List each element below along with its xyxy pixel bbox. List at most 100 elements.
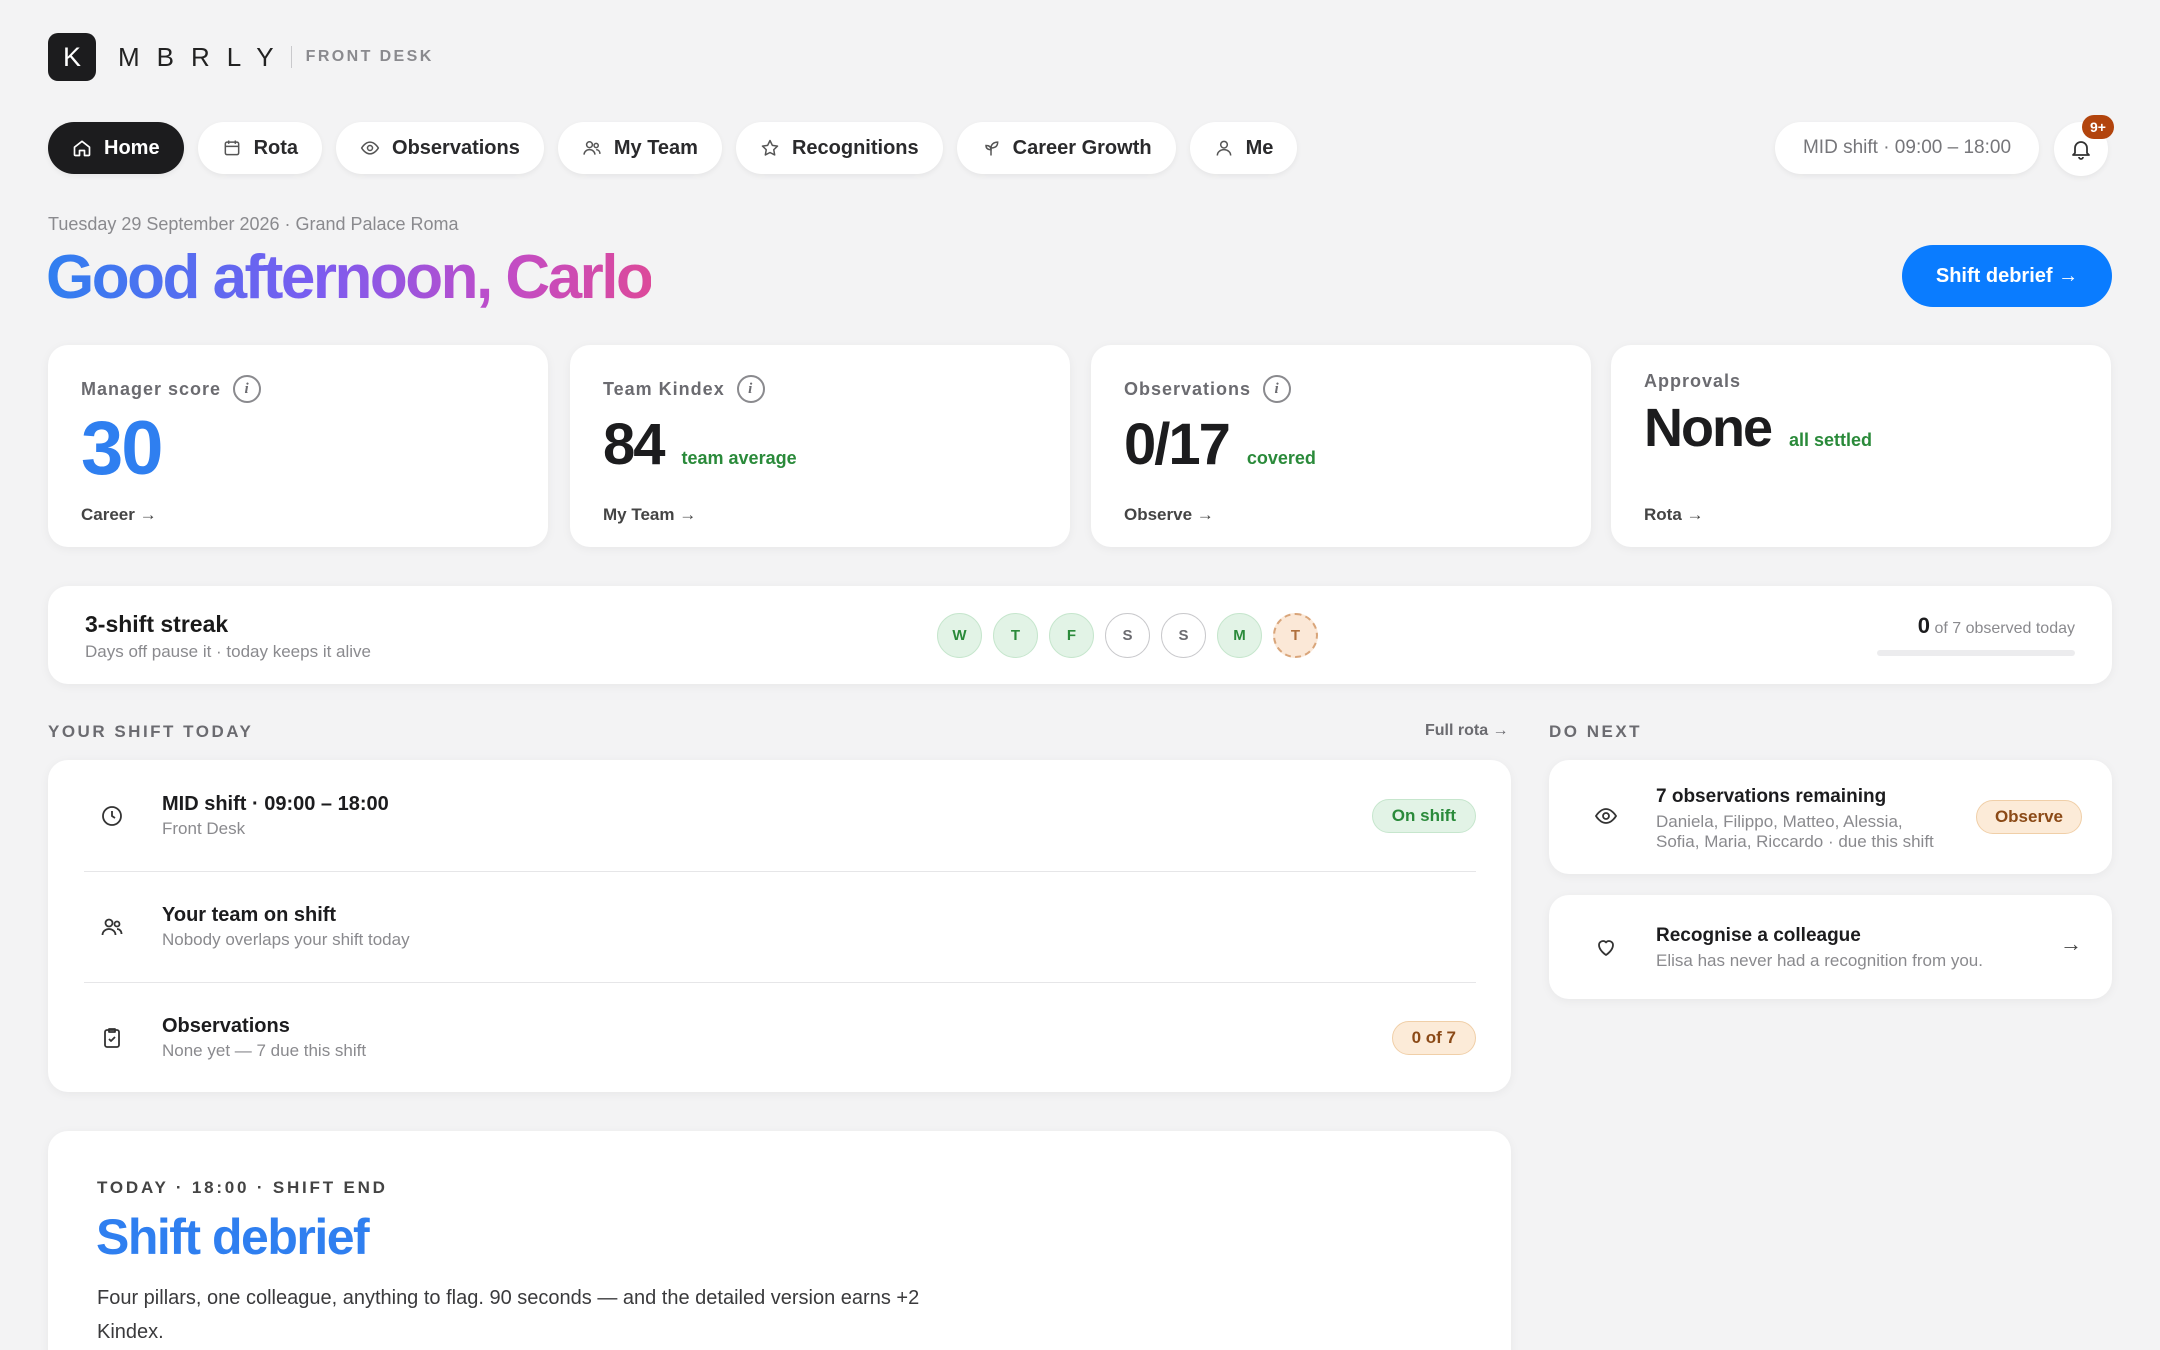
shift-debrief-button[interactable]: Shift debrief → [1902, 245, 2112, 307]
nav-my-team-label: My Team [613, 136, 698, 159]
calendar-icon [224, 140, 239, 156]
team-row-icon [84, 915, 140, 939]
observed-text: of 7 observed today [1934, 620, 2075, 637]
team-row-title: Your team on shift [162, 904, 337, 926]
info-icon[interactable]: i [233, 375, 262, 403]
stat-value: 84 [603, 412, 665, 477]
streak-days: W T F S S M T [937, 613, 1318, 658]
observe-button[interactable]: Observe [1975, 800, 2082, 834]
team-row-sub: Nobody overlaps your shift today [162, 930, 410, 949]
heart-icon [1598, 940, 1614, 956]
page-title: Good afternoon, Carlo [46, 240, 654, 316]
stat-label: Team Kindex [603, 378, 725, 399]
nav-home-label: Home [104, 136, 160, 159]
stat-card-observations: Observations i 0/17 covered Observe → [1091, 345, 1591, 547]
nav-my-team[interactable]: My Team [557, 122, 722, 174]
stat-label-container: Team Kindex i [603, 375, 1037, 403]
shift-row-title: MID shift · 09:00 – 18:00 [162, 792, 389, 815]
info-icon[interactable]: i [1263, 375, 1292, 403]
clock-icon [102, 805, 122, 826]
brand: K MBRLY FRONT DESK [48, 33, 434, 81]
streak-day: W [937, 613, 982, 658]
stat-row: 84 team average [603, 409, 1037, 481]
brand-logo: K [48, 33, 96, 81]
next-title: Recognise a colleague [1656, 925, 1861, 946]
nav-me[interactable]: Me [1189, 122, 1298, 174]
nav-home[interactable]: Home [48, 122, 184, 174]
brand-subtitle: FRONT DESK [305, 48, 434, 65]
do-next-observations[interactable]: 7 observations remaining Daniela, Filipp… [1549, 760, 2112, 874]
team-icon [101, 918, 123, 936]
next-sub-line: Daniela, Filippo, Matteo, Alessia, [1656, 812, 1903, 831]
streak-subtitle: Days off pause it · today keeps it alive [85, 642, 372, 661]
stat-label: Approvals [1644, 371, 1742, 391]
team-row[interactable]: Your team on shift Nobody overlaps your … [84, 871, 1476, 982]
stat-row: 30 [81, 409, 515, 489]
debrief-title: Shift debrief [96, 1209, 370, 1265]
clipboard-check-icon [104, 1028, 120, 1048]
debrief-body: Four pillars, one colleague, anything to… [97, 1287, 920, 1343]
brand-divider [290, 46, 292, 68]
nav-career-growth[interactable]: Career Growth [956, 122, 1176, 174]
stat-value: 30 [81, 406, 164, 491]
stat-sub: team average [681, 448, 797, 468]
info-icon[interactable]: i [736, 375, 765, 403]
observations-row-icon [84, 1026, 140, 1050]
observations-count-badge: 0 of 7 [1391, 1021, 1476, 1055]
eye-icon [1594, 808, 1618, 824]
nav-rota[interactable]: Rota [197, 122, 323, 174]
observed-progress-bar [1877, 650, 2075, 656]
stat-label: Manager score [81, 378, 222, 399]
stat-value: None [1644, 398, 1773, 458]
do-next-heading: DO NEXT [1549, 722, 1643, 741]
nav-recognitions-label: Recognitions [791, 136, 919, 159]
observations-row[interactable]: Observations None yet — 7 due this shift… [84, 982, 1476, 1093]
shift-row-text: MID shift · 09:00 – 18:00 Front Desk [162, 793, 389, 839]
stat-link-rota[interactable]: Rota → [1644, 505, 1704, 525]
next-icon [1594, 804, 1618, 833]
do-next-recognise[interactable]: Recognise a colleague Elisa has never ha… [1549, 895, 2112, 999]
observations-row-title: Observations [162, 1015, 290, 1037]
next-sub: Elisa has never had a recognition from y… [1656, 951, 1983, 970]
observations-row-text: Observations None yet — 7 due this shift [162, 1015, 366, 1061]
streak-day-today: T [1273, 613, 1318, 658]
eye-icon [360, 141, 380, 155]
notifications-badge: 9+ [2082, 115, 2114, 139]
stat-label-container: Observations i [1124, 375, 1558, 403]
streak-card: 3-shift streak Days off pause it · today… [48, 586, 2112, 684]
current-shift-pill[interactable]: MID shift · 09:00 – 18:00 [1775, 122, 2039, 174]
stat-label-container: Approvals [1644, 371, 2078, 392]
observations-row-sub: None yet — 7 due this shift [162, 1041, 367, 1060]
full-rota-link[interactable]: Full rota → [1425, 722, 1509, 740]
stat-link-observe[interactable]: Observe → [1124, 505, 1214, 525]
stat-value: 0/17 [1124, 412, 1231, 477]
star-icon [761, 139, 779, 156]
debrief-eyebrow: TODAY · 18:00 · SHIFT END [97, 1178, 388, 1197]
streak-day: S [1105, 613, 1150, 658]
sprout-icon [984, 141, 999, 156]
nav-observations-label: Observations [392, 136, 520, 159]
next-title: 7 observations remaining [1656, 786, 1887, 807]
stat-link-career[interactable]: Career → [81, 505, 157, 525]
nav-observations[interactable]: Observations [336, 122, 544, 174]
stat-row: None all settled [1644, 392, 2078, 464]
streak-day: F [1049, 613, 1094, 658]
stat-label: Observations [1124, 378, 1252, 399]
shift-debrief-card: TODAY · 18:00 · SHIFT END Shift debrief … [48, 1131, 1511, 1350]
shift-today-heading: YOUR SHIFT TODAY [48, 722, 254, 741]
streak-day: S [1161, 613, 1206, 658]
team-row-text: Your team on shift Nobody overlaps your … [162, 904, 410, 950]
shift-row: MID shift · 09:00 – 18:00 Front Desk On … [84, 760, 1476, 871]
next-icon [1594, 935, 1618, 964]
nav-recognitions[interactable]: Recognitions [735, 122, 943, 174]
stat-sub: covered [1246, 448, 1316, 468]
shift-today-card: MID shift · 09:00 – 18:00 Front Desk On … [48, 760, 1511, 1092]
arrow-right-icon[interactable]: → [2060, 931, 2082, 957]
nav-rota-label: Rota [253, 136, 299, 159]
nav-me-label: Me [1245, 136, 1274, 159]
shift-row-sub: Front Desk [162, 818, 246, 838]
stat-sub: all settled [1789, 430, 1873, 450]
streak-day: M [1217, 613, 1262, 658]
streak-title: 3-shift streak [85, 611, 229, 637]
stat-link-my-team[interactable]: My Team → [603, 505, 696, 525]
